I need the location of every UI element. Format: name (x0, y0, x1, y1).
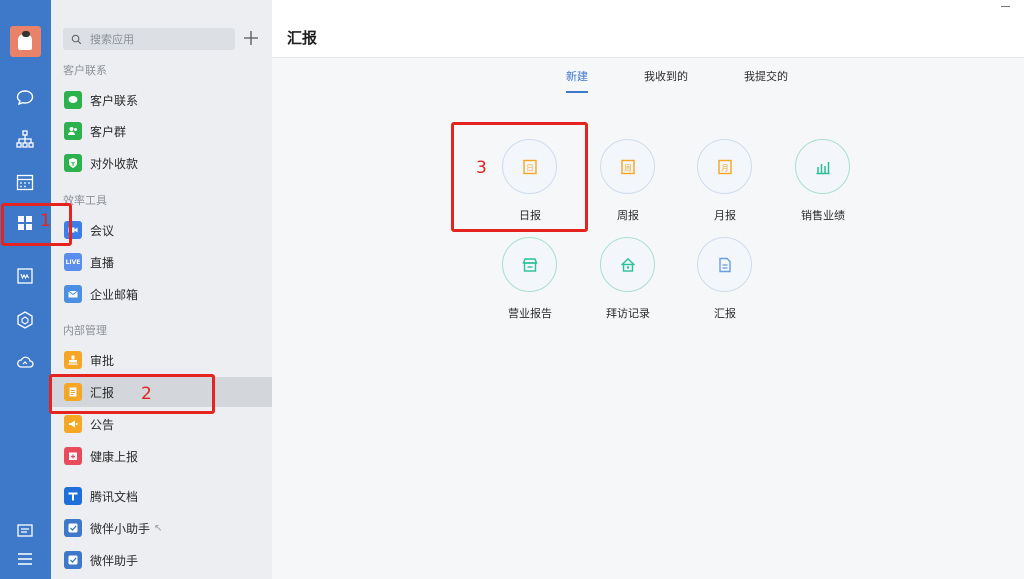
template-weekly-report[interactable]: 周 周报 (588, 139, 668, 229)
template-daily-report[interactable]: 日 日报 (490, 139, 570, 229)
house-icon (600, 237, 655, 292)
template-visit-record[interactable]: 拜访记录 (588, 237, 668, 327)
sidebar-item-customer-contact[interactable]: 客户联系 (51, 85, 272, 115)
chat-bubble-icon (64, 91, 82, 109)
bar-chart-icon (795, 139, 850, 194)
sidebar-item-label: 腾讯文档 (90, 489, 139, 504)
sidebar-item-customer-group[interactable]: 客户群 (51, 116, 272, 146)
sidebar-item-live[interactable]: LIVE 直播 (51, 247, 272, 277)
template-sales-performance[interactable]: 销售业绩 (783, 139, 863, 229)
tile-label: 营业报告 (508, 307, 552, 320)
tile-label: 拜访记录 (606, 307, 650, 320)
group-icon (64, 122, 82, 140)
shield-payment-icon (64, 154, 82, 172)
tile-label: 汇报 (714, 307, 736, 320)
tab-new[interactable]: 新建 (566, 68, 588, 93)
sidebar-item-enterprise-mail[interactable]: 企业邮箱 (51, 279, 272, 309)
message-icon[interactable] (13, 87, 37, 109)
group-title-efficiency: 效率工具 (63, 194, 107, 207)
report-tabs: 新建 我收到的 我提交的 (272, 68, 1024, 93)
monthly-report-icon: 月 (697, 139, 752, 194)
workbench-grid-icon[interactable] (13, 212, 37, 234)
document-icon (697, 237, 752, 292)
svg-text:日: 日 (526, 163, 534, 172)
sidebar-item-label: 直播 (90, 255, 115, 270)
health-icon (64, 447, 82, 465)
sidebar-item-meeting[interactable]: 会议 (51, 215, 272, 245)
tencent-docs-icon (64, 487, 82, 505)
page-title: 汇报 (287, 29, 318, 47)
store-icon (502, 237, 557, 292)
sidebar-item-label: 客户群 (90, 124, 127, 139)
tab-submitted[interactable]: 我提交的 (744, 68, 788, 91)
live-icon: LIVE (64, 253, 82, 271)
app-sidebar: 客户联系 客户联系 客户群 对外收款 效率工具 会议 LIVE 直播 企业邮箱 … (51, 0, 272, 579)
search-input[interactable] (90, 32, 230, 46)
nav-rail (0, 0, 51, 579)
sidebar-item-weiban-mini-assistant[interactable]: 微伴小助手 ↖ (51, 513, 272, 543)
video-camera-icon (64, 221, 82, 239)
avatar[interactable] (10, 26, 41, 57)
tile-label: 日报 (519, 209, 541, 222)
template-business-report[interactable]: 营业报告 (490, 237, 570, 327)
cloud-drive-icon[interactable] (13, 351, 37, 373)
sidebar-item-label: 微伴助手 (90, 553, 139, 568)
daily-report-icon: 日 (502, 139, 557, 194)
weekly-report-icon: 周 (600, 139, 655, 194)
tile-label: 销售业绩 (801, 209, 845, 222)
sidebar-item-label: 微伴小助手 (90, 521, 151, 536)
checkbox-icon (64, 551, 82, 569)
mail-icon (64, 285, 82, 303)
sidebar-item-label: 客户联系 (90, 93, 139, 108)
cube-icon[interactable] (13, 309, 37, 331)
group-title-internal: 内部管理 (63, 324, 107, 337)
sidebar-item-label: 企业邮箱 (90, 287, 139, 302)
template-general-report[interactable]: 汇报 (685, 237, 765, 327)
sidebar-item-label: 公告 (90, 417, 115, 432)
sidebar-item-label: 对外收款 (90, 156, 139, 171)
sidebar-item-report[interactable]: 汇报 (51, 377, 272, 407)
sidebar-item-approval[interactable]: 审批 (51, 345, 272, 375)
sidebar-item-tencent-docs[interactable]: 腾讯文档 (51, 481, 272, 511)
stamp-icon (64, 351, 82, 369)
search-icon (71, 34, 82, 44)
tab-received[interactable]: 我收到的 (644, 68, 688, 91)
minimize-button[interactable] (1001, 6, 1010, 7)
template-monthly-report[interactable]: 月 月报 (685, 139, 765, 229)
sidebar-item-external-payment[interactable]: 对外收款 (51, 148, 272, 178)
svg-text:周: 周 (624, 163, 632, 172)
sidebar-item-announcement[interactable]: 公告 (51, 409, 272, 439)
wechat-work-icon[interactable] (13, 265, 37, 287)
megaphone-icon (64, 415, 82, 433)
feedback-icon[interactable] (13, 520, 37, 542)
report-icon (64, 383, 82, 401)
group-title-customer: 客户联系 (63, 64, 107, 77)
tile-label: 周报 (617, 209, 639, 222)
mouse-cursor-icon: ↖ (154, 522, 163, 534)
menu-icon[interactable] (13, 548, 37, 570)
svg-text:月: 月 (721, 163, 729, 172)
sidebar-item-label: 会议 (90, 223, 115, 238)
sidebar-item-weiban-assistant[interactable]: 微伴助手 (51, 545, 272, 575)
sidebar-item-label: 汇报 (90, 385, 115, 400)
org-chart-icon[interactable] (13, 128, 37, 150)
sidebar-item-health-report[interactable]: 健康上报 (51, 441, 272, 471)
sidebar-item-label: 健康上报 (90, 449, 139, 464)
calendar-icon[interactable] (13, 171, 37, 193)
main-header: 汇报 (272, 0, 1024, 58)
tile-label: 月报 (714, 209, 736, 222)
checkbox-icon (64, 519, 82, 537)
main-panel: 汇报 新建 我收到的 我提交的 日 日报 周 周报 月 月报 销售业绩 营业报告… (272, 0, 1024, 579)
plus-icon (244, 31, 258, 45)
search-box[interactable] (63, 28, 235, 50)
sidebar-item-label: 审批 (90, 353, 115, 368)
add-app-button[interactable] (242, 29, 260, 47)
